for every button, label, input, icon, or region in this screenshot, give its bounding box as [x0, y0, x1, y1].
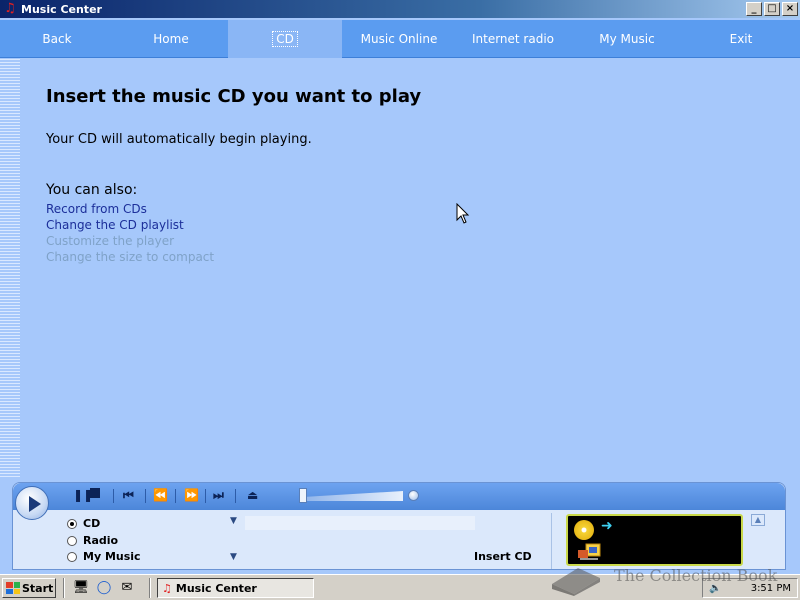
rewind-icon[interactable]: ⏪ [153, 488, 168, 502]
page-heading: Insert the music CD you want to play [46, 86, 422, 107]
show-desktop-icon[interactable]: 🖥 [72, 579, 90, 597]
separator [145, 489, 146, 503]
internet-explorer-icon[interactable]: ◯ [95, 579, 113, 597]
source-radio-radio[interactable] [67, 535, 77, 546]
nav-music-online-label: Music Online [360, 32, 438, 46]
nav-bar: Back Home CD Music Online Internet radio… [0, 20, 800, 58]
cd-disc-icon [574, 520, 594, 540]
player-status: Insert CD [474, 550, 532, 563]
separator [235, 489, 236, 503]
window-controls: _ □ × [746, 2, 798, 16]
taskbar-item-music-center[interactable]: ♫ Music Center [157, 578, 314, 598]
arrow-right-icon: ➜ [601, 518, 613, 534]
minimize-button[interactable]: _ [746, 2, 762, 16]
window-title: Music Center [21, 2, 102, 16]
nav-music-online[interactable]: Music Online [342, 20, 456, 58]
nav-exit-label: Exit [729, 32, 753, 46]
cd-track-field [245, 516, 475, 530]
separator [113, 489, 114, 503]
scroll-up-button[interactable]: ▲ [751, 514, 765, 526]
source-my-music-label: My Music [83, 550, 141, 563]
seek-slider-thumb[interactable] [299, 488, 307, 503]
separator [205, 489, 206, 503]
change-size-compact-link: Change the size to compact [46, 250, 215, 264]
mouse-cursor-icon [456, 203, 470, 224]
source-radio-label: Radio [83, 534, 119, 547]
book-icon [552, 568, 600, 596]
nav-my-music[interactable]: My Music [570, 20, 684, 58]
nav-internet-radio[interactable]: Internet radio [456, 20, 570, 58]
record-from-cds-link[interactable]: Record from CDs [46, 201, 746, 217]
source-cd[interactable]: CD [67, 517, 100, 530]
nav-my-music-label: My Music [599, 32, 655, 46]
source-radio[interactable]: Radio [67, 534, 118, 547]
previous-track-icon[interactable]: ⏮ [123, 488, 134, 503]
music-note-icon: ♫ [4, 1, 16, 16]
watermark: The Collection Book [548, 556, 788, 596]
windows-logo-icon [6, 582, 20, 594]
close-button[interactable]: × [782, 2, 798, 16]
nav-exit[interactable]: Exit [684, 20, 798, 58]
music-note-icon: ♫ [162, 581, 172, 595]
source-my-music[interactable]: My Music [67, 550, 141, 563]
nav-internet-radio-label: Internet radio [471, 32, 555, 46]
outlook-express-icon[interactable]: ✉ [118, 579, 136, 597]
decorative-stripe [0, 59, 20, 479]
nav-cd[interactable]: CD [228, 20, 342, 58]
nav-cd-label: CD [272, 31, 298, 47]
watermark-text: The Collection Book [614, 566, 778, 585]
start-button[interactable]: Start [2, 578, 56, 598]
chevron-down-icon[interactable]: ▼ [230, 552, 237, 562]
nav-back[interactable]: Back [0, 20, 114, 58]
start-label: Start [22, 581, 54, 595]
nav-home-label: Home [153, 32, 189, 46]
next-track-icon[interactable]: ⏭ [213, 488, 224, 503]
nav-home[interactable]: Home [114, 20, 228, 58]
play-icon[interactable] [15, 486, 49, 520]
source-cd-radio[interactable] [67, 518, 77, 529]
maximize-button[interactable]: □ [764, 2, 780, 16]
source-my-music-radio[interactable] [67, 551, 77, 562]
main-content: Insert the music CD you want to play You… [46, 86, 746, 265]
customize-player-link: Customize the player [46, 234, 175, 248]
fast-forward-icon[interactable]: ⏩ [184, 488, 199, 502]
instruction-text: Your CD will automatically begin playing… [46, 132, 312, 147]
volume-knob[interactable] [408, 490, 419, 501]
taskbar-item-label: Music Center [175, 581, 257, 595]
separator [175, 489, 176, 503]
title-bar: ♫ Music Center _ □ × [0, 0, 800, 18]
separator [63, 578, 65, 598]
eject-icon[interactable]: ⏏ [247, 488, 258, 502]
nav-back-label: Back [42, 32, 72, 46]
action-links: Record from CDs Change the CD playlist C… [46, 201, 746, 265]
chevron-down-icon[interactable]: ▼ [230, 516, 237, 526]
change-cd-playlist-link[interactable]: Change the CD playlist [46, 217, 746, 233]
source-cd-label: CD [83, 517, 101, 530]
separator [149, 578, 151, 598]
stop-icon[interactable] [90, 488, 100, 498]
also-label: You can also: [46, 182, 138, 198]
